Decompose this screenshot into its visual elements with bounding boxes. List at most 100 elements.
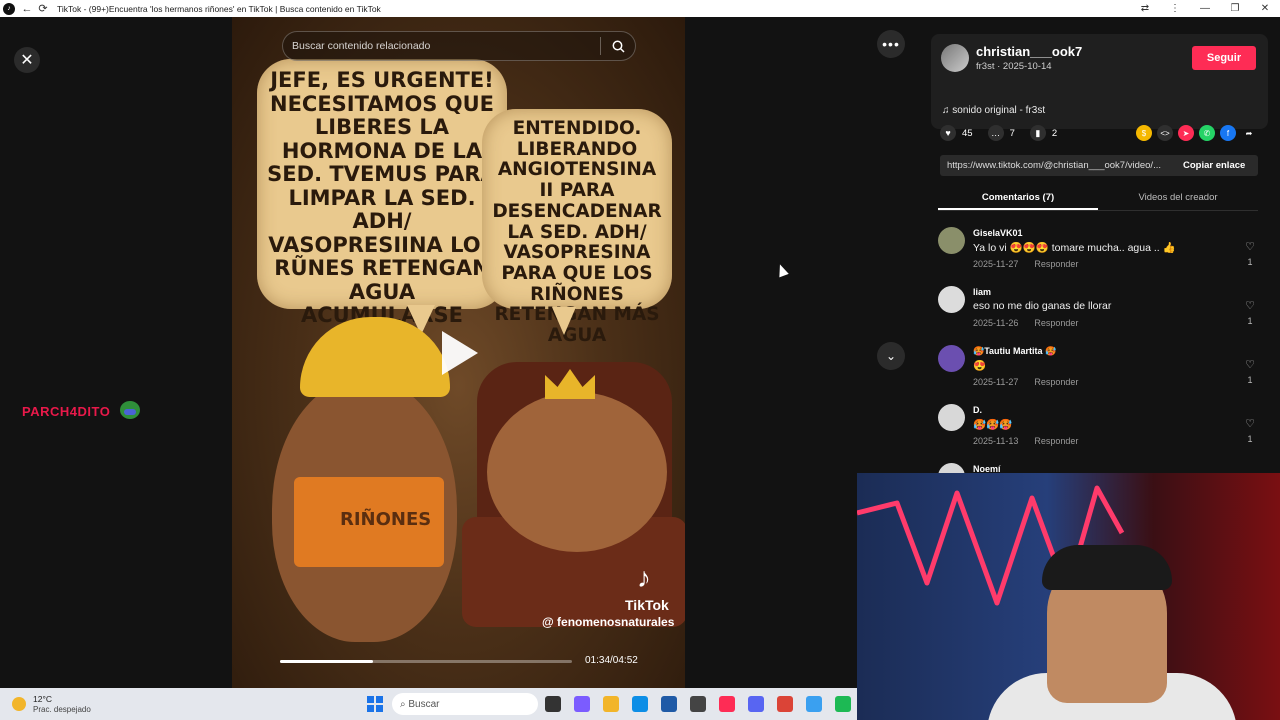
restore-icon[interactable]: ❐ [1220,3,1250,14]
commenter-avatar[interactable] [938,404,965,431]
spotify-icon[interactable] [835,696,851,712]
author-avatar[interactable] [941,44,969,72]
comment-heart-icon[interactable]: ♡ [1244,417,1256,430]
reload-icon[interactable]: ⟳ [35,1,51,17]
whatsapp-icon[interactable]: ✆ [1199,125,1215,141]
store-icon[interactable] [661,696,677,712]
tab-creator-videos[interactable]: Videos del creador [1098,189,1258,210]
reply-link[interactable]: Responder [1034,259,1078,269]
browser-menu-icon[interactable]: ⋮ [1160,3,1190,14]
translate-icon[interactable]: ⇄ [1130,3,1160,14]
speech-bubble-right: ENTENDIDO. LIBERANDO ANGIOTENSINA II PAR… [482,109,672,346]
engagement-actions: ♥ 45 … 7 ▮ 2 [940,125,1072,141]
comment-meta: 2025-11-27 Responder [973,377,1094,387]
like-count: 45 [962,127,973,139]
discord-icon[interactable] [748,696,764,712]
commenter-name[interactable]: D. [973,405,982,415]
reply-link[interactable]: Responder [1034,318,1078,328]
close-window-icon[interactable]: ✕ [1250,3,1280,14]
share-arrow-icon[interactable]: ➦ [1241,125,1257,141]
tiktok-favicon-icon: ♪ [3,2,15,15]
coin-icon[interactable]: $ [1136,125,1152,141]
browser-title-bar: ♪ ← ⟳ TikTok - (99+)Encuentra 'los herma… [0,0,1280,17]
send-icon[interactable]: ➤ [1178,125,1194,141]
copilot-icon[interactable] [574,696,590,712]
app-icon[interactable] [690,696,706,712]
author-subline: fr3st · 2025-10-14 [976,61,1052,72]
comment-bubble-icon: … [987,125,1004,141]
app-icon-2[interactable] [806,696,822,712]
music-line[interactable]: ♫ sonido original - fr3st [942,105,1045,116]
comment-meta: 2025-11-26 Responder [973,318,1094,328]
comment-heart-icon[interactable]: ♡ [1244,299,1256,312]
back-arrow-icon[interactable]: ← [19,1,35,17]
search-icon[interactable] [601,40,635,53]
more-dots-icon: ••• [882,36,900,52]
author-name[interactable]: christian___ook7 [976,44,1082,59]
tiktok-app-icon[interactable] [719,696,735,712]
comment-text: eso no me dio ganas de llorar [973,300,1112,312]
minimize-icon[interactable]: — [1190,3,1220,14]
next-video-button[interactable]: ⌄ [877,342,905,370]
comment-date: 2025-11-27 [973,377,1019,387]
webcam-overlay [857,473,1280,720]
watermark-brand: TikTok [625,597,669,613]
comment-date: 2025-11-27 [973,259,1019,269]
streamer-overlay-name: PARCH4DITO [22,404,111,419]
tab-comments[interactable]: Comentarios (7) [938,189,1098,210]
windows-start-icon[interactable] [367,696,383,712]
comment-item: GiselaVK01 Ya lo vi 😍😍😍 tomare mucha.. a… [938,225,1270,284]
taskbar-apps [545,696,864,712]
reply-link[interactable]: Responder [1034,436,1078,446]
video-player[interactable]: JEFE, ES URGENTE! NECESITAMOS QUE LIBERE… [232,17,685,688]
windows-taskbar: 12°C Prac. despejado ⌕ Buscar [0,688,857,720]
facebook-icon[interactable]: f [1220,125,1236,141]
heart-icon: ♥ [940,125,956,141]
commenter-name[interactable]: 🥵Tautiu Martita 🥵 [973,346,1056,357]
bookmark-icon: ▮ [1029,125,1046,141]
edge-icon[interactable] [632,696,648,712]
like-action[interactable]: ♥ 45 [940,125,973,141]
embed-code-icon[interactable]: <> [1157,125,1173,141]
comment-meta: 2025-11-13 Responder [973,436,1094,446]
music-note-icon: ♫ [942,105,953,116]
comment-item: 🥵Tautiu Martita 🥵 😍 2025-11-27 Responder … [938,343,1270,402]
comment-date: 2025-11-13 [973,436,1019,446]
comment-like-count: 1 [1247,375,1253,385]
related-search-box[interactable] [282,31,636,61]
frog-emote-icon [120,401,140,419]
copy-link-button[interactable]: Copiar enlace [1177,160,1245,171]
commenter-avatar[interactable] [938,345,965,372]
more-options-button[interactable]: ••• [877,30,905,58]
comment-heart-icon[interactable]: ♡ [1244,240,1256,253]
comment-heart-icon[interactable]: ♡ [1244,358,1256,371]
commenter-name[interactable]: liam [973,287,991,297]
reply-link[interactable]: Responder [1034,377,1078,387]
file-explorer-icon[interactable] [603,696,619,712]
commenter-avatar[interactable] [938,286,965,313]
taskbar-search[interactable]: ⌕ Buscar [392,693,538,715]
watermark-handle: @ fenomenosnaturales [542,615,675,629]
play-icon[interactable] [442,331,478,375]
sun-weather-icon[interactable] [12,697,26,711]
comment-item: D. 🥵🥵🥵 2025-11-13 Responder ♡ 1 [938,402,1270,461]
video-progress-bar[interactable] [280,660,572,663]
vest-label: RIÑONES [340,509,432,530]
commenter-avatar[interactable] [938,227,965,254]
related-search-input[interactable] [283,40,600,52]
share-icons: $ <> ➤ ✆ f ➦ [1136,125,1262,141]
comment-like-count: 1 [1247,257,1253,267]
speech-bubble-left: JEFE, ES URGENTE! NECESITAMOS QUE LIBERE… [257,59,507,335]
close-video-button[interactable]: ✕ [14,47,40,73]
comment-like-count: 1 [1247,316,1253,326]
chrome-icon[interactable] [777,696,793,712]
task-view-icon[interactable] [545,696,561,712]
follow-button[interactable]: Seguir [1192,46,1256,70]
save-action[interactable]: ▮ 2 [1029,125,1057,141]
share-link-url: https://www.tiktok.com/@christian___ook7… [947,160,1161,171]
streamer-hair [1042,545,1172,590]
comment-meta: 2025-11-27 Responder [973,259,1094,269]
comment-action[interactable]: … 7 [987,125,1015,141]
commenter-name[interactable]: GiselaVK01 [973,228,1023,238]
mouse-cursor-icon [775,262,789,278]
